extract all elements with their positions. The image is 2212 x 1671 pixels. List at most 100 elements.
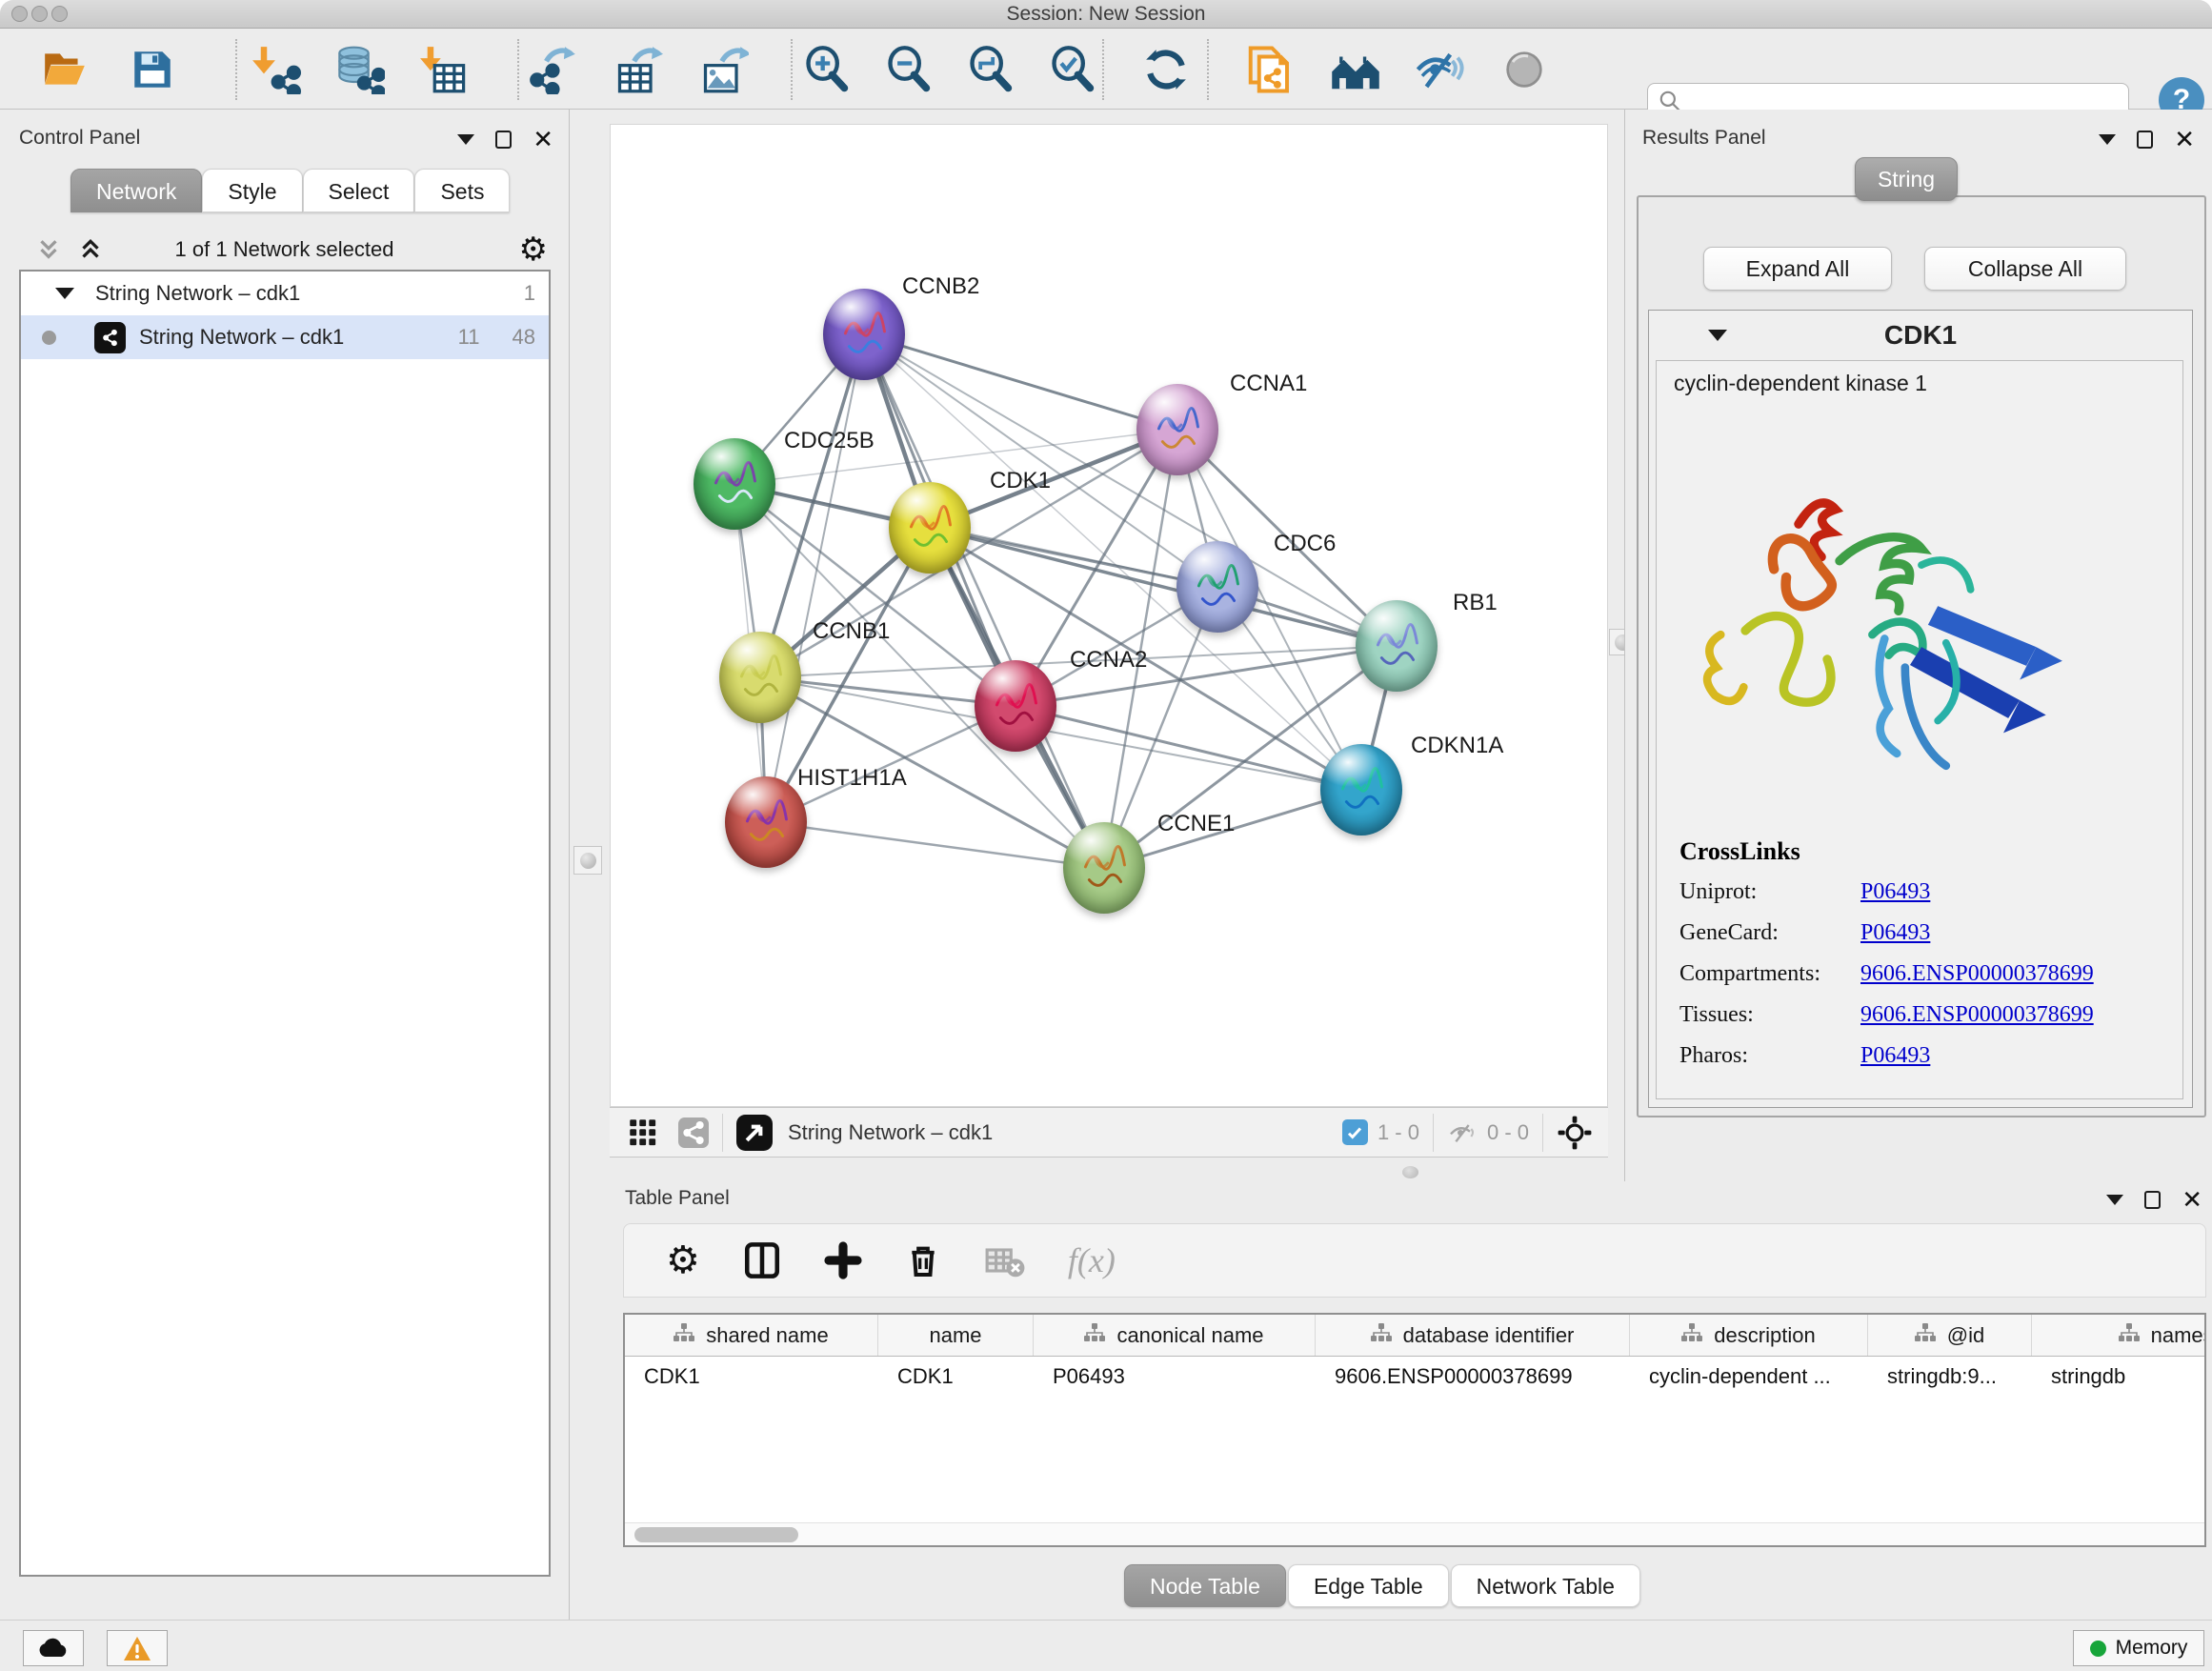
- float-panel-icon[interactable]: [2137, 131, 2153, 149]
- collapse-all-button[interactable]: Collapse All: [1924, 247, 2126, 291]
- warnings-button[interactable]: [107, 1630, 168, 1666]
- clone-network-icon[interactable]: [1243, 43, 1297, 96]
- collection-expand-icon[interactable]: [55, 288, 74, 299]
- node-CCNE1[interactable]: [1063, 822, 1145, 914]
- memory-status-dot: [2090, 1641, 2106, 1657]
- zoom-out-icon[interactable]: [882, 43, 935, 96]
- crosslink-value[interactable]: P06493: [1860, 879, 1930, 905]
- column-header-namespace[interactable]: namespace: [2032, 1315, 2206, 1356]
- node-CDK1[interactable]: [889, 482, 971, 574]
- float-menu-icon[interactable]: [2099, 134, 2116, 145]
- show-all-icon[interactable]: [1498, 43, 1551, 96]
- tab-style[interactable]: Style: [202, 169, 302, 212]
- edge-CCNB2-HIST1H1A[interactable]: [766, 334, 864, 822]
- network-share-icon[interactable]: [678, 1117, 709, 1148]
- close-panel-icon[interactable]: ✕: [533, 131, 553, 149]
- zoom-in-icon[interactable]: [800, 43, 854, 96]
- close-panel-icon[interactable]: ✕: [2182, 1192, 2202, 1209]
- tab-edge-table[interactable]: Edge Table: [1288, 1564, 1449, 1607]
- node-CDC25B[interactable]: [694, 438, 775, 530]
- node-CCNA2[interactable]: [975, 660, 1056, 752]
- node-CCNB2[interactable]: [823, 289, 905, 380]
- tab-node-table[interactable]: Node Table: [1124, 1564, 1286, 1607]
- export-image-icon[interactable]: [697, 43, 751, 96]
- save-session-icon[interactable]: [126, 43, 179, 96]
- zoom-selected-icon[interactable]: [1046, 43, 1099, 96]
- results-panel-controls: ✕: [2099, 131, 2195, 149]
- tab-network-table[interactable]: Network Table: [1451, 1564, 1640, 1607]
- node-label-CDC25B: CDC25B: [784, 428, 875, 454]
- column-header-canonical-name[interactable]: canonical name: [1034, 1315, 1316, 1356]
- crosslink-value[interactable]: 9606.ENSP00000378699: [1860, 961, 2094, 987]
- horizontal-splitter-handle[interactable]: [1402, 1166, 1418, 1178]
- fit-content-crosshair-icon[interactable]: [1557, 1115, 1593, 1151]
- node-gloss: [1356, 600, 1438, 692]
- show-columns-icon[interactable]: [742, 1240, 782, 1280]
- float-menu-icon[interactable]: [457, 134, 474, 145]
- import-network-file-icon[interactable]: [250, 43, 303, 96]
- memory-button[interactable]: Memory: [2073, 1630, 2204, 1666]
- tab-string[interactable]: String: [1855, 157, 1958, 201]
- node-HIST1H1A[interactable]: [725, 776, 807, 868]
- import-table-file-icon[interactable]: [417, 43, 471, 96]
- column-header-description[interactable]: description: [1630, 1315, 1868, 1356]
- network-collection-row[interactable]: String Network – cdk1 1: [21, 272, 549, 315]
- create-column-icon[interactable]: [824, 1241, 862, 1279]
- table-options-gear-icon[interactable]: ⚙: [666, 1238, 700, 1282]
- node-CDC6[interactable]: [1176, 541, 1258, 633]
- section-collapse-icon[interactable]: [1708, 330, 1727, 341]
- crosslink-value[interactable]: P06493: [1860, 920, 1930, 946]
- delete-column-icon[interactable]: [904, 1241, 942, 1279]
- close-panel-icon[interactable]: ✕: [2174, 131, 2195, 149]
- export-table-icon[interactable]: [612, 43, 665, 96]
- node-gloss: [1320, 744, 1402, 836]
- cell-shared-name: CDK1: [625, 1357, 878, 1397]
- tab-network[interactable]: Network: [70, 169, 202, 212]
- scrollbar-thumb[interactable]: [634, 1527, 798, 1542]
- grid-view-icon[interactable]: [629, 1118, 657, 1147]
- tab-sets[interactable]: Sets: [414, 169, 510, 212]
- node-gloss: [1063, 822, 1145, 914]
- node-table: shared namenamecanonical namedatabase id…: [623, 1313, 2206, 1547]
- edge-CCNB2-CCNA1[interactable]: [864, 334, 1177, 430]
- gene-section-header[interactable]: CDK1: [1649, 311, 2192, 360]
- expand-all-button[interactable]: Expand All: [1703, 247, 1892, 291]
- export-network-icon[interactable]: [526, 43, 579, 96]
- network-row[interactable]: String Network – cdk1 11 48: [21, 315, 549, 359]
- float-panel-icon[interactable]: [495, 131, 512, 149]
- column-header-shared-name[interactable]: shared name: [625, 1315, 878, 1356]
- float-menu-icon[interactable]: [2106, 1195, 2123, 1205]
- node-CCNB1[interactable]: [719, 632, 801, 723]
- zoom-fit-icon[interactable]: [964, 43, 1017, 96]
- expand-all-chevron-icon[interactable]: [76, 235, 105, 264]
- refresh-icon[interactable]: [1139, 43, 1193, 96]
- network-canvas[interactable]: CCNB2CCNA1CDC25BCDK1CDC6RB1CCNB1CCNA2CDK…: [610, 124, 1608, 1107]
- column-header-name[interactable]: name: [878, 1315, 1034, 1356]
- edge-CCNA2-CDKN1A[interactable]: [1016, 706, 1361, 790]
- hide-selected-icon[interactable]: [1413, 43, 1466, 96]
- node-CCNA1[interactable]: [1136, 384, 1218, 475]
- open-session-icon[interactable]: [38, 43, 91, 96]
- node-label-CCNE1: CCNE1: [1157, 811, 1235, 837]
- node-RB1[interactable]: [1356, 600, 1438, 692]
- table-horizontal-scrollbar[interactable]: [625, 1522, 2204, 1545]
- column-header-@id[interactable]: @id: [1868, 1315, 2032, 1356]
- crosslink-value[interactable]: P06493: [1860, 1043, 1930, 1069]
- selected-nodes-checkbox-icon[interactable]: [1342, 1119, 1368, 1145]
- tab-select[interactable]: Select: [303, 169, 415, 212]
- import-network-database-icon[interactable]: [333, 43, 387, 96]
- network-options-gear-icon[interactable]: ⚙: [519, 231, 548, 269]
- table-row[interactable]: CDK1CDK1P064939606.ENSP00000378699cyclin…: [625, 1357, 2204, 1397]
- column-header-database-identifier[interactable]: database identifier: [1316, 1315, 1630, 1356]
- node-gloss: [975, 660, 1056, 752]
- left-splitter-handle[interactable]: [573, 846, 602, 875]
- edge-HIST1H1A-CCNE1[interactable]: [766, 822, 1104, 868]
- crosslink-value[interactable]: 9606.ENSP00000378699: [1860, 1002, 2094, 1028]
- cloud-button[interactable]: [23, 1630, 84, 1666]
- node-CDKN1A[interactable]: [1320, 744, 1402, 836]
- float-panel-icon[interactable]: [2144, 1191, 2161, 1209]
- collapse-all-chevron-icon[interactable]: [34, 235, 63, 264]
- first-neighbors-icon[interactable]: [1329, 43, 1382, 96]
- node-count: 11: [458, 325, 480, 350]
- birdseye-view-icon[interactable]: [736, 1115, 773, 1151]
